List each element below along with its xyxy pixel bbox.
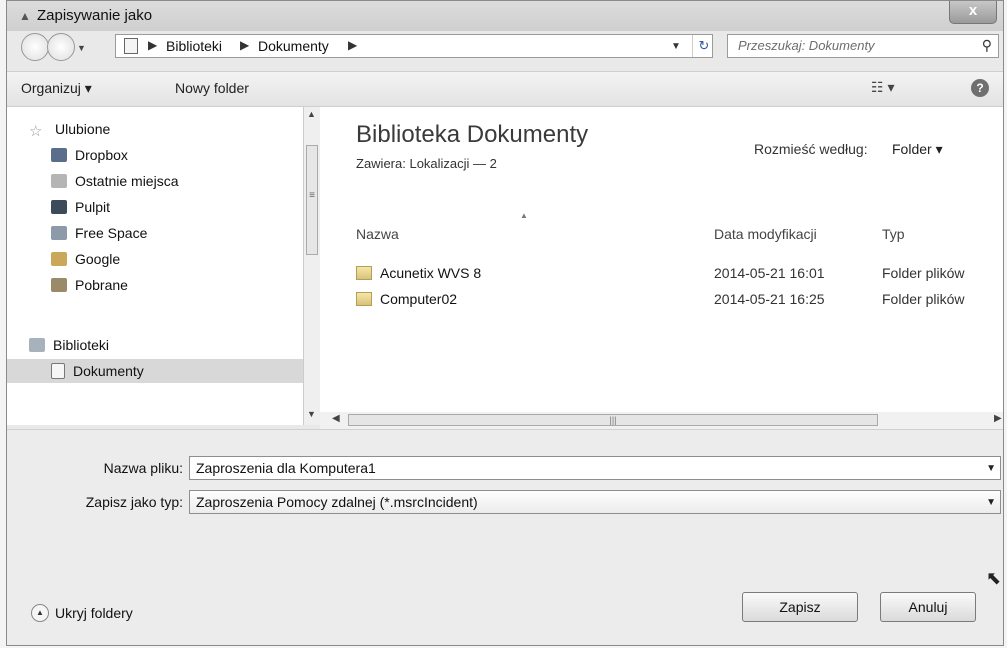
column-header-name[interactable]: Nazwa bbox=[356, 226, 399, 242]
nav-item-desktop[interactable]: Pulpit bbox=[51, 195, 110, 219]
horizontal-scrollbar[interactable]: ◀ ||| ▶ bbox=[320, 412, 1003, 429]
breadcrumb-biblioteki[interactable]: Biblioteki bbox=[166, 38, 222, 54]
search-icon[interactable]: ⚲ bbox=[982, 37, 992, 54]
breadcrumb-separator-icon[interactable]: ▶ bbox=[348, 38, 357, 52]
breadcrumb-separator-icon[interactable]: ▶ bbox=[148, 38, 157, 52]
free-space-icon bbox=[51, 226, 67, 240]
command-toolbar: Organizuj ▾ Nowy folder ☷ ▾ ? bbox=[7, 71, 1003, 107]
desktop-icon bbox=[51, 200, 67, 214]
nav-item-free-space[interactable]: Free Space bbox=[51, 221, 147, 245]
library-icon bbox=[124, 38, 138, 54]
file-date: 2014-05-21 16:25 bbox=[714, 291, 825, 307]
save-as-dialog: ▲ Zapisywanie jako x ▼ ▶ Biblioteki ▶ Do… bbox=[6, 0, 1004, 646]
documents-icon bbox=[51, 363, 65, 379]
nav-label: Ostatnie miejsca bbox=[75, 173, 179, 189]
recent-places-icon bbox=[51, 174, 67, 188]
nav-item-recent-places[interactable]: Ostatnie miejsca bbox=[51, 169, 178, 193]
file-list-pane: Biblioteka Dokumenty Zawiera: Lokalizacj… bbox=[320, 107, 1003, 425]
hide-folders-button[interactable]: ▲ Ukryj foldery bbox=[31, 604, 133, 622]
file-name: Acunetix WVS 8 bbox=[380, 265, 482, 281]
nav-item-dropbox[interactable]: Dropbox bbox=[51, 143, 128, 167]
scroll-left-icon[interactable]: ◀ bbox=[332, 413, 340, 424]
nav-label: Dokumenty bbox=[73, 363, 144, 379]
file-name: Computer02 bbox=[380, 291, 458, 307]
nav-scrollbar[interactable]: ▲ ≡ ▼ bbox=[303, 107, 320, 425]
breadcrumb-separator-icon[interactable]: ▶ bbox=[240, 38, 249, 52]
arrange-by-label: Rozmieść według: bbox=[754, 141, 868, 157]
address-row: ▼ ▶ Biblioteki ▶ Dokumenty ▶ ▼ ↻ Przeszu… bbox=[7, 31, 1003, 71]
nav-label: Pobrane bbox=[75, 277, 128, 293]
nav-item-documents[interactable]: Dokumenty bbox=[7, 359, 303, 383]
folder-icon bbox=[356, 266, 372, 280]
filetype-dropdown-icon[interactable]: ▼ bbox=[986, 497, 996, 508]
nav-item-google[interactable]: Google bbox=[51, 247, 120, 271]
nav-label: Pulpit bbox=[75, 199, 111, 215]
scroll-down-icon[interactable]: ▼ bbox=[307, 409, 316, 419]
close-button[interactable]: x bbox=[949, 1, 997, 24]
scroll-right-icon[interactable]: ▶ bbox=[994, 413, 1002, 424]
scrollbar-thumb[interactable]: ||| bbox=[348, 414, 878, 426]
change-view-icon[interactable]: ☷ ▾ bbox=[871, 79, 894, 96]
nav-label: Dropbox bbox=[75, 147, 128, 163]
filename-label: Nazwa pliku: bbox=[103, 460, 183, 476]
nav-libraries[interactable]: Biblioteki bbox=[29, 333, 109, 357]
file-row[interactable]: Computer02 2014-05-21 16:25 Folder plikó… bbox=[356, 289, 996, 311]
arrange-by-dropdown[interactable]: Folder ▾ bbox=[892, 141, 943, 158]
filetype-value: Zaproszenia Pomocy zdalnej (*.msrcIncide… bbox=[196, 494, 478, 510]
file-type: Folder plików bbox=[882, 291, 965, 307]
dialog-icon: ▲ bbox=[19, 9, 31, 23]
cancel-button[interactable]: Anuluj bbox=[880, 592, 976, 622]
filename-input[interactable]: Zaproszenia dla Komputera1 ▼ bbox=[189, 456, 1001, 480]
file-type: Folder plików bbox=[882, 265, 965, 281]
nav-label: Biblioteki bbox=[53, 337, 110, 353]
column-header-date[interactable]: Data modyfikacji bbox=[714, 226, 817, 242]
refresh-icon[interactable]: ↻ bbox=[692, 35, 715, 57]
nav-favorites[interactable]: ☆ Ulubione bbox=[29, 117, 110, 141]
back-button[interactable] bbox=[21, 33, 49, 61]
file-row[interactable]: Acunetix WVS 8 2014-05-21 16:01 Folder p… bbox=[356, 263, 996, 285]
nav-label: Free Space bbox=[75, 225, 148, 241]
scrollbar-thumb[interactable]: ≡ bbox=[306, 145, 318, 255]
filetype-label: Zapisz jako typ: bbox=[85, 494, 183, 510]
navigation-pane: ☆ Ulubione Dropbox Ostatnie miejsca Pulp… bbox=[7, 107, 303, 425]
recent-locations-dropdown-icon[interactable]: ▼ bbox=[77, 43, 86, 53]
dialog-title: Zapisywanie jako bbox=[37, 7, 153, 24]
new-folder-button[interactable]: Nowy folder bbox=[175, 80, 249, 96]
address-dropdown-icon[interactable]: ▼ bbox=[671, 41, 681, 52]
help-icon[interactable]: ? bbox=[971, 79, 989, 97]
search-placeholder: Przeszukaj: Dokumenty bbox=[738, 38, 875, 53]
dropbox-icon bbox=[51, 148, 67, 162]
column-header-type[interactable]: Typ bbox=[882, 226, 905, 242]
sort-arrow-icon: ▲ bbox=[520, 211, 528, 220]
search-input[interactable]: Przeszukaj: Dokumenty ⚲ bbox=[727, 34, 999, 58]
nav-label: Google bbox=[75, 251, 121, 267]
scroll-up-icon[interactable]: ▲ bbox=[307, 109, 316, 119]
library-title: Biblioteka Dokumenty bbox=[356, 121, 589, 148]
breadcrumb-dokumenty[interactable]: Dokumenty bbox=[258, 38, 329, 54]
folder-icon bbox=[51, 252, 67, 266]
save-button-overlay[interactable]: Zapisz bbox=[742, 592, 858, 622]
libraries-icon bbox=[29, 338, 45, 352]
filename-value: Zaproszenia dla Komputera1 bbox=[196, 460, 376, 476]
hide-folders-label: Ukryj foldery bbox=[55, 605, 133, 621]
forward-button[interactable] bbox=[47, 33, 75, 61]
star-icon: ☆ bbox=[29, 123, 43, 140]
downloads-icon bbox=[51, 278, 67, 292]
address-bar[interactable]: ▶ Biblioteki ▶ Dokumenty ▶ ▼ ↻ bbox=[115, 34, 713, 58]
library-subtitle: Zawiera: Lokalizacji — 2 bbox=[356, 156, 497, 171]
title-bar: ▲ Zapisywanie jako x bbox=[7, 1, 1003, 31]
nav-label: Ulubione bbox=[55, 121, 111, 137]
filetype-select[interactable]: Zaproszenia Pomocy zdalnej (*.msrcIncide… bbox=[189, 490, 1001, 514]
file-date: 2014-05-21 16:01 bbox=[714, 265, 825, 281]
folder-icon bbox=[356, 292, 372, 306]
mouse-cursor-icon: ⬉ bbox=[986, 568, 1002, 588]
organize-button[interactable]: Organizuj ▾ bbox=[21, 80, 92, 97]
filename-dropdown-icon[interactable]: ▼ bbox=[986, 463, 996, 474]
chevron-up-icon: ▲ bbox=[31, 604, 49, 622]
nav-item-downloads[interactable]: Pobrane bbox=[51, 273, 128, 297]
